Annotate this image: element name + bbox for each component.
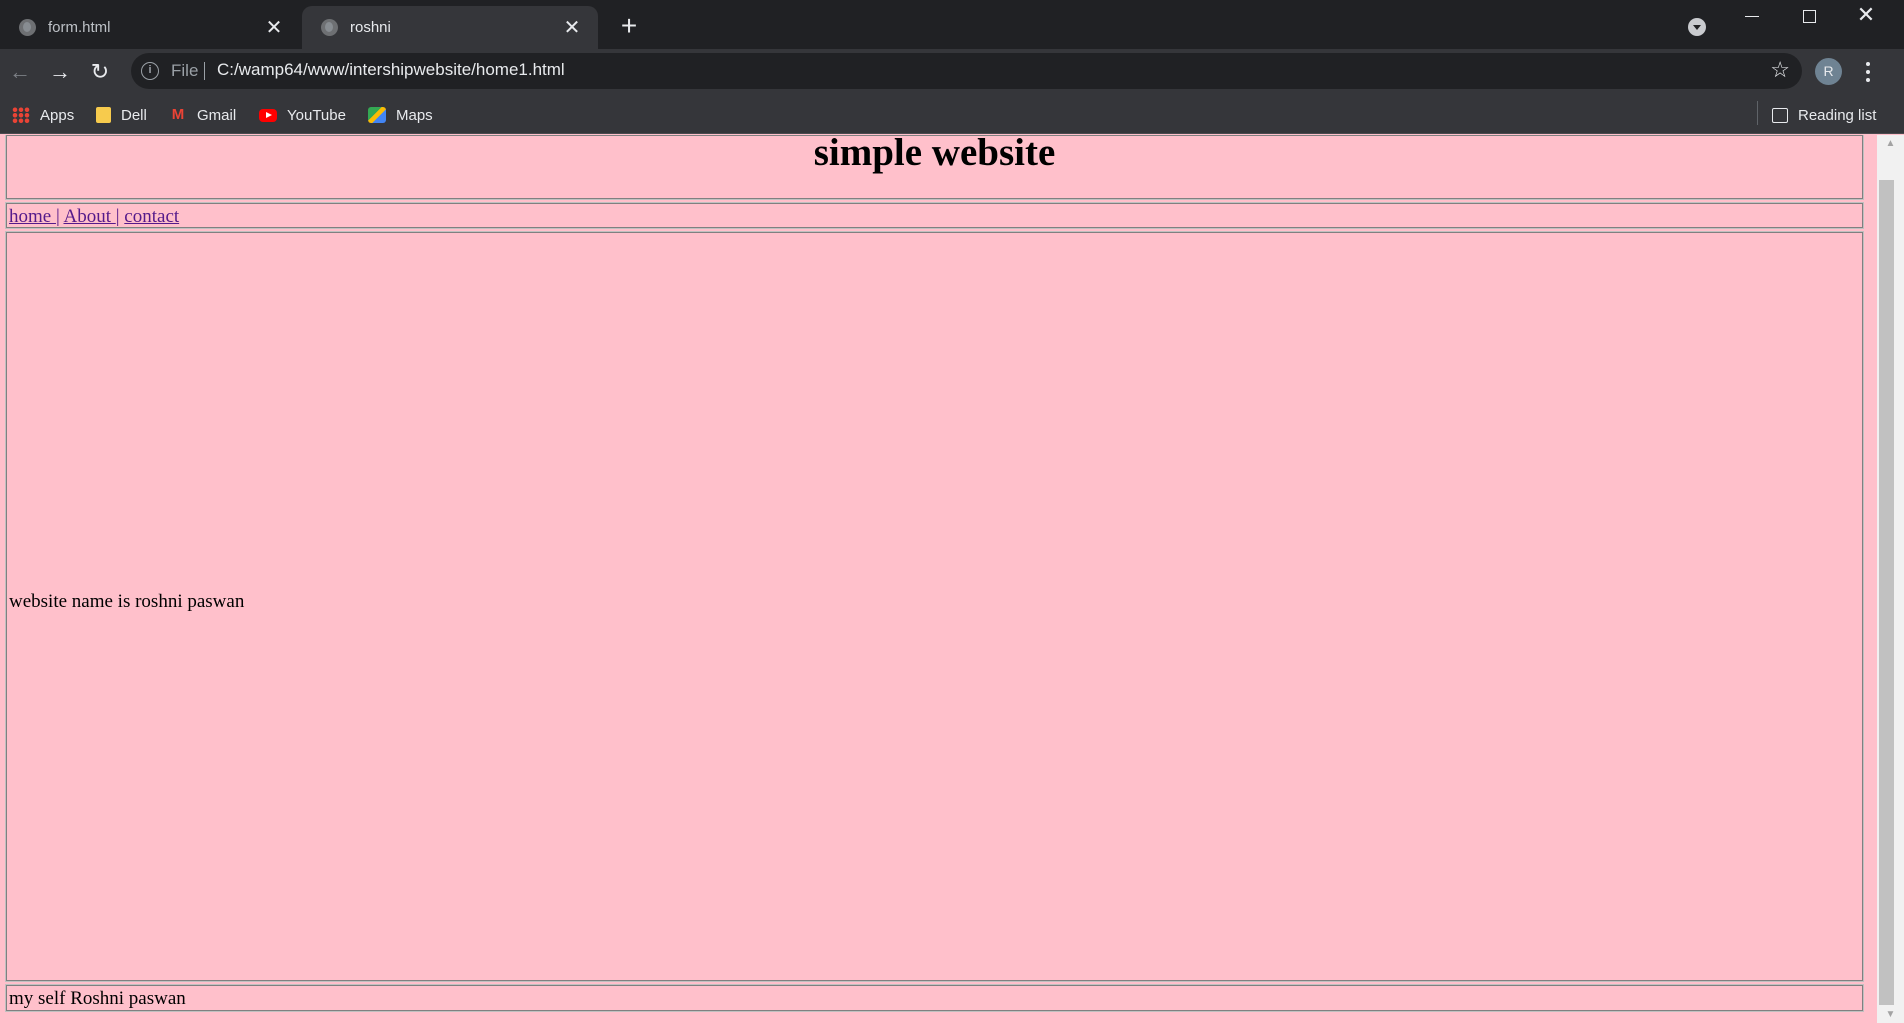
close-tab-icon[interactable]: ✕ xyxy=(560,18,584,38)
browser-toolbar: ← → ↻ i File C:/wamp64/www/intershipwebs… xyxy=(0,49,1904,95)
globe-icon xyxy=(321,19,338,36)
bookmark-star-icon[interactable]: ☆ xyxy=(1770,57,1790,83)
tab-title: roshni xyxy=(350,19,391,36)
file-chip: File xyxy=(171,61,199,80)
content-cell: website name is roshni paswan xyxy=(5,231,1864,982)
address-separator xyxy=(204,62,205,80)
back-button[interactable]: ← xyxy=(5,57,35,87)
maps-icon xyxy=(368,107,386,123)
address-bar[interactable]: i File C:/wamp64/www/intershipwebsite/ho… xyxy=(131,53,1802,89)
nav-separator[interactable]: | xyxy=(116,206,120,227)
bookmark-label: Maps xyxy=(396,106,433,124)
url-text[interactable]: C:/wamp64/www/intershipwebsite/home1.htm… xyxy=(217,60,565,80)
footer-text: my self Roshni paswan xyxy=(9,988,186,1009)
youtube-icon xyxy=(259,108,277,122)
bookmark-apps[interactable]: Apps xyxy=(12,104,74,126)
reload-button[interactable]: ↻ xyxy=(85,57,115,87)
bookmarks-divider xyxy=(1757,101,1758,125)
minimize-icon xyxy=(1745,15,1759,17)
maximize-icon xyxy=(1802,9,1816,23)
maximize-button[interactable] xyxy=(1781,0,1837,32)
scroll-down-icon[interactable]: ▼ xyxy=(1877,1006,1904,1023)
reading-list-icon xyxy=(1772,107,1788,123)
bookmark-label: Apps xyxy=(40,106,75,124)
tab-strip: form.html ✕ roshni ✕ + ✕ xyxy=(0,0,1904,49)
minimize-button[interactable] xyxy=(1724,0,1780,32)
tab-roshni[interactable]: roshni ✕ xyxy=(302,6,598,49)
nav-link-home[interactable]: home xyxy=(9,206,56,227)
content-text: website name is roshni paswan xyxy=(9,591,245,612)
bookmark-youtube[interactable]: YouTube xyxy=(259,104,346,126)
bookmark-label: Dell xyxy=(121,106,147,124)
nav-links: home | About | contact xyxy=(9,206,179,228)
close-tab-icon[interactable]: ✕ xyxy=(262,18,286,38)
bookmark-label: Gmail xyxy=(197,106,237,124)
close-window-button[interactable]: ✕ xyxy=(1838,0,1894,32)
nav-separator[interactable]: | xyxy=(56,206,60,227)
globe-icon xyxy=(19,19,36,36)
bookmark-dell[interactable]: Dell xyxy=(96,104,147,126)
nav-cell: home | About | contact xyxy=(5,202,1864,229)
reading-list-button[interactable]: Reading list xyxy=(1772,104,1876,126)
nav-link-contact[interactable]: contact xyxy=(124,206,179,227)
footer-cell: my self Roshni paswan xyxy=(5,984,1864,1012)
bookmark-gmail[interactable]: M Gmail xyxy=(169,104,236,126)
tab-title: form.html xyxy=(48,19,111,36)
gmail-icon: M xyxy=(171,106,185,123)
vertical-scrollbar[interactable]: ▲ ▼ xyxy=(1877,135,1904,1023)
tab-form-html[interactable]: form.html ✕ xyxy=(0,6,300,49)
scroll-up-icon[interactable]: ▲ xyxy=(1877,135,1904,152)
page-title: simple website xyxy=(813,135,1056,174)
tab-search-icon[interactable] xyxy=(1688,18,1706,36)
bookmark-maps[interactable]: Maps xyxy=(368,104,433,126)
nav-link-about[interactable]: About xyxy=(63,206,115,227)
new-tab-button[interactable]: + xyxy=(614,12,644,42)
browser-menu-icon[interactable] xyxy=(1856,58,1880,86)
apps-grid-icon xyxy=(12,107,30,123)
header-cell: simple website xyxy=(5,135,1864,200)
reading-list-label: Reading list xyxy=(1798,106,1877,124)
page-viewport: simple website home | About | contact we… xyxy=(0,135,1877,1023)
bookmark-label: YouTube xyxy=(287,106,346,124)
scrollbar-thumb[interactable] xyxy=(1879,180,1894,1005)
info-icon[interactable]: i xyxy=(141,62,159,80)
profile-avatar[interactable]: R xyxy=(1815,58,1842,85)
bookmarks-bar: Apps Dell M Gmail YouTube Maps Reading l… xyxy=(0,95,1904,134)
folder-icon xyxy=(96,107,111,123)
forward-button[interactable]: → xyxy=(45,57,75,87)
